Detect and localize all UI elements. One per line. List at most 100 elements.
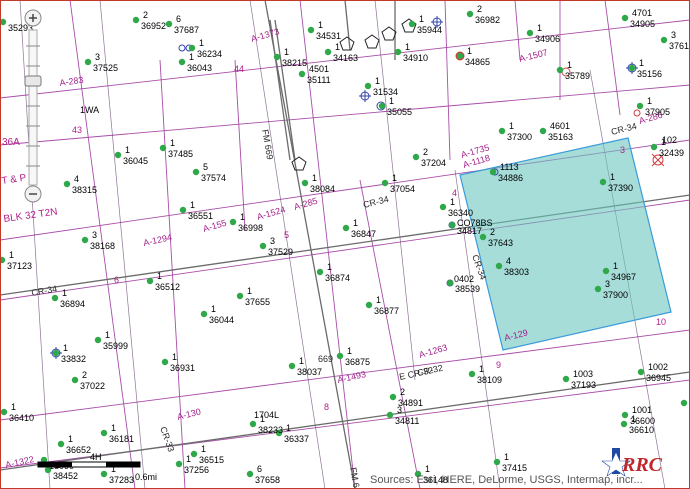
well-dot[interactable] [489,168,497,176]
well-dot[interactable] [446,279,454,287]
well-marker[interactable]: 137054 [381,173,415,194]
well-dot[interactable] [165,20,173,28]
well-dot[interactable] [456,52,464,60]
well-marker[interactable]: 134865 [456,46,490,67]
well-dot[interactable] [249,420,257,428]
well-dot[interactable] [71,376,79,384]
well-marker[interactable]: 637687 [165,14,199,35]
well-marker[interactable]: 136847 [342,218,376,239]
zoom-in-button[interactable] [24,9,42,27]
well-dot[interactable] [620,420,628,428]
well-dot[interactable] [650,143,658,151]
well-dot[interactable] [259,242,267,250]
well-marker[interactable]: 135999 [94,330,128,351]
well-marker[interactable]: 136181 [100,423,134,444]
well-dot[interactable] [394,48,402,56]
well-dot[interactable] [0,408,8,416]
well-dot[interactable] [0,18,7,26]
well-dot[interactable] [81,236,89,244]
well-dot[interactable] [468,370,476,378]
well-dot[interactable] [412,153,420,161]
well-dot[interactable] [179,206,187,214]
well-dot[interactable] [386,411,394,419]
well-dot[interactable] [342,224,350,232]
well-dot[interactable] [599,178,607,186]
well-marker[interactable]: 136410 [0,402,34,423]
zoom-thumb[interactable] [24,75,42,87]
well-marker[interactable]: 136044 [200,304,234,325]
well-marker[interactable]: 136512 [146,271,180,292]
zoom-out-button[interactable] [24,185,42,203]
well-marker[interactable]: 460135163 [539,121,573,142]
well-marker[interactable]: 136515 [190,444,224,465]
well-marker[interactable]: 134910 [394,42,428,63]
well-marker[interactable]: 438315 [63,174,97,195]
well-dot[interactable] [660,36,668,44]
well-marker[interactable]: 236952 [132,10,166,31]
well-dot[interactable] [621,411,629,419]
well-dot[interactable] [602,267,610,275]
zoom-control[interactable] [20,6,46,206]
well-dot[interactable] [94,336,102,344]
well-marker[interactable]: 237022 [71,370,105,391]
well-dot[interactable] [51,294,59,302]
well-marker[interactable]: 334811 [386,405,420,426]
well-marker[interactable]: 131534 [364,76,398,97]
well-dot[interactable] [498,127,506,135]
well-dot[interactable] [336,352,344,360]
well-marker[interactable]: 100437504 [680,393,690,414]
well-dot[interactable] [229,218,237,226]
well-dot[interactable] [621,14,629,22]
well-marker[interactable]: 137655 [236,286,270,307]
well-dot[interactable] [381,179,389,187]
well-marker[interactable]: 136877 [365,295,399,316]
well-marker[interactable]: 234891 [389,387,423,408]
well-dot[interactable] [273,53,281,61]
well-dot[interactable] [378,102,386,110]
well-marker[interactable]: 637658 [246,464,280,485]
well-marker[interactable]: 138084 [301,173,335,194]
well-marker[interactable]: 137300 [498,121,532,142]
well-dot[interactable] [0,256,6,264]
well-marker[interactable]: 338168 [81,230,115,251]
well-dot[interactable] [628,64,636,72]
well-dot[interactable] [52,349,60,357]
well-dot[interactable] [556,66,564,74]
well-dot[interactable] [389,393,397,401]
well-dot[interactable] [63,180,71,188]
well-dot[interactable] [495,262,503,270]
well-marker[interactable]: 136551 [179,200,213,221]
well-dot[interactable] [84,58,92,66]
well-dot[interactable] [526,29,534,37]
well-dot[interactable] [190,450,198,458]
well-marker[interactable]: 135789 [556,60,590,81]
well-marker[interactable]: 135055 [378,96,412,117]
map-canvas[interactable]: A-1373A-283A-1507A-286A-1735A-1118A-285A… [0,0,690,489]
well-dot[interactable] [178,58,186,66]
well-marker[interactable]: 136931 [161,352,195,373]
well-marker[interactable]: 137905 [636,96,670,117]
well-dot[interactable] [100,429,108,437]
well-dot[interactable] [448,221,456,229]
well-dot[interactable] [200,310,208,318]
well-dot[interactable] [159,144,167,152]
well-dot[interactable] [298,70,306,78]
well-dot[interactable] [175,460,183,468]
well-dot[interactable] [146,277,154,285]
well-marker[interactable]: 135156 [628,58,662,79]
well-dot[interactable] [680,399,688,407]
well-dot[interactable] [188,44,196,52]
well-dot[interactable] [562,375,570,383]
well-dot[interactable] [594,285,602,293]
well-marker[interactable]: 470134905 [621,8,655,29]
well-marker[interactable]: 137415 [493,452,527,473]
well-marker[interactable]: 337525 [84,52,118,73]
well-dot[interactable] [114,151,122,159]
well-dot[interactable] [539,127,547,135]
well-marker[interactable]: 136875 [336,346,370,367]
well-dot[interactable] [192,168,200,176]
well-marker[interactable]: 136045 [114,145,148,166]
well-marker[interactable]: 133832 [52,343,86,364]
well-marker[interactable]: 237204 [412,147,446,168]
well-dot[interactable] [132,16,140,24]
